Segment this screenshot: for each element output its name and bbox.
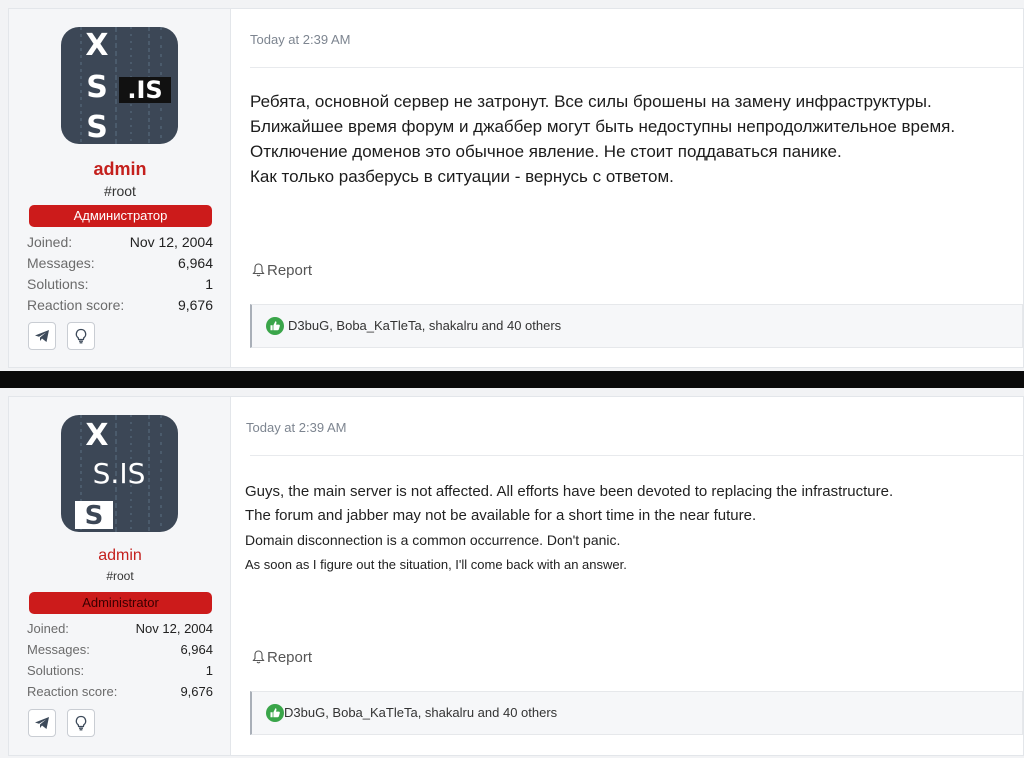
thumbs-up-icon (266, 704, 284, 722)
username-link[interactable]: admin (9, 547, 231, 565)
report-label: Report (267, 649, 313, 666)
stat-reaction-score: Reaction score: 9,676 (27, 297, 213, 317)
user-info-panel: X S .IS S admin #root Администратор Join… (9, 9, 231, 367)
user-info-panel: X S.IS S admin #root Administrator Joine… (9, 397, 231, 755)
divider (250, 455, 1023, 456)
stat-value: Nov 12, 2004 (129, 234, 213, 250)
stat-label: Joined: (27, 621, 69, 636)
post-timestamp[interactable]: Today at 2:39 AM (246, 420, 346, 435)
telegram-button[interactable] (28, 709, 56, 737)
stat-joined: Joined: Nov 12, 2004 (27, 621, 213, 641)
bell-icon (252, 650, 265, 664)
avatar-letter: X (85, 418, 108, 453)
stat-value[interactable]: 1 (206, 663, 213, 678)
report-link[interactable]: Report (252, 262, 312, 279)
post-original: X S .IS S admin #root Администратор Join… (8, 8, 1024, 368)
user-role-banner: Администратор (29, 205, 212, 227)
stat-value: 9,676 (177, 297, 213, 313)
avatar[interactable]: X S .IS S (61, 27, 178, 144)
message-line: As soon as I figure out the situation, I… (245, 557, 627, 572)
stat-label: Reaction score: (27, 297, 125, 313)
reactions-bar[interactable]: D3buG, Boba_KaTleTa, shakalru and 40 oth… (250, 304, 1023, 348)
avatar-letter: S.IS (93, 457, 146, 490)
post-translated: X S.IS S admin #root Administrator Joine… (8, 396, 1024, 756)
lightbulb-icon (75, 715, 87, 731)
avatar-letter: S (86, 110, 108, 144)
message-line: Ближайшее время форум и джаббер могут бы… (250, 117, 956, 136)
stat-label: Solutions: (27, 663, 85, 678)
stat-label: Reaction score: (27, 684, 118, 699)
stat-reaction-score: Reaction score: 9,676 (27, 684, 213, 704)
section-divider (0, 371, 1024, 388)
message-line: Отключение доменов это обычное явление. … (250, 142, 842, 161)
avatar-letter: X (85, 28, 108, 63)
bell-icon (252, 263, 265, 277)
message-line: Guys, the main server is not affected. A… (245, 483, 894, 500)
username-link[interactable]: admin (9, 159, 231, 180)
stat-label: Solutions: (27, 276, 89, 292)
user-title: #root (104, 183, 136, 199)
stat-value: Nov 12, 2004 (135, 621, 213, 636)
stat-value[interactable]: 6,964 (180, 642, 213, 657)
user-title: #root (106, 569, 134, 583)
post-timestamp[interactable]: Today at 2:39 AM (250, 32, 350, 47)
message-line: Как только разберусь в ситуации - вернус… (250, 167, 674, 186)
thumbs-up-icon (266, 317, 284, 335)
report-label: Report (267, 262, 313, 279)
avatar-letter: S (86, 70, 108, 105)
message-line: Domain disconnection is a common occurre… (245, 532, 621, 548)
lightbulb-button[interactable] (67, 322, 95, 350)
stat-label: Joined: (27, 234, 73, 250)
lightbulb-icon (75, 328, 87, 344)
stat-value[interactable]: 1 (205, 276, 213, 292)
stat-label: Messages: (27, 255, 95, 271)
telegram-icon (35, 330, 49, 342)
stat-joined: Joined: Nov 12, 2004 (27, 234, 213, 254)
reactions-text: D3buG, Boba_KaTleTa, shakalru and 40 oth… (288, 318, 562, 333)
stat-solutions: Solutions: 1 (27, 663, 213, 683)
user-role-banner: Administrator (29, 592, 212, 614)
stat-messages: Messages: 6,964 (27, 255, 213, 275)
avatar-badge: .IS (127, 76, 162, 104)
telegram-button[interactable] (28, 322, 56, 350)
telegram-icon (35, 717, 49, 729)
stat-value: 9,676 (180, 684, 213, 699)
stat-label: Messages: (27, 642, 90, 657)
avatar[interactable]: X S.IS S (61, 415, 178, 532)
stat-messages: Messages: 6,964 (27, 642, 213, 662)
avatar-letter: S (85, 501, 104, 531)
reactions-bar[interactable]: D3buG, Boba_KaTleTa, shakalru and 40 oth… (250, 691, 1023, 735)
message-line: The forum and jabber may not be availabl… (245, 507, 757, 524)
divider (250, 67, 1023, 68)
reactions-text: D3buG, Boba_KaTleTa, shakalru and 40 oth… (284, 705, 558, 720)
lightbulb-button[interactable] (67, 709, 95, 737)
report-link[interactable]: Report (252, 649, 312, 666)
stat-solutions: Solutions: 1 (27, 276, 213, 296)
message-line: Ребята, основной сервер не затронут. Все… (250, 92, 932, 111)
stat-value[interactable]: 6,964 (178, 255, 213, 271)
